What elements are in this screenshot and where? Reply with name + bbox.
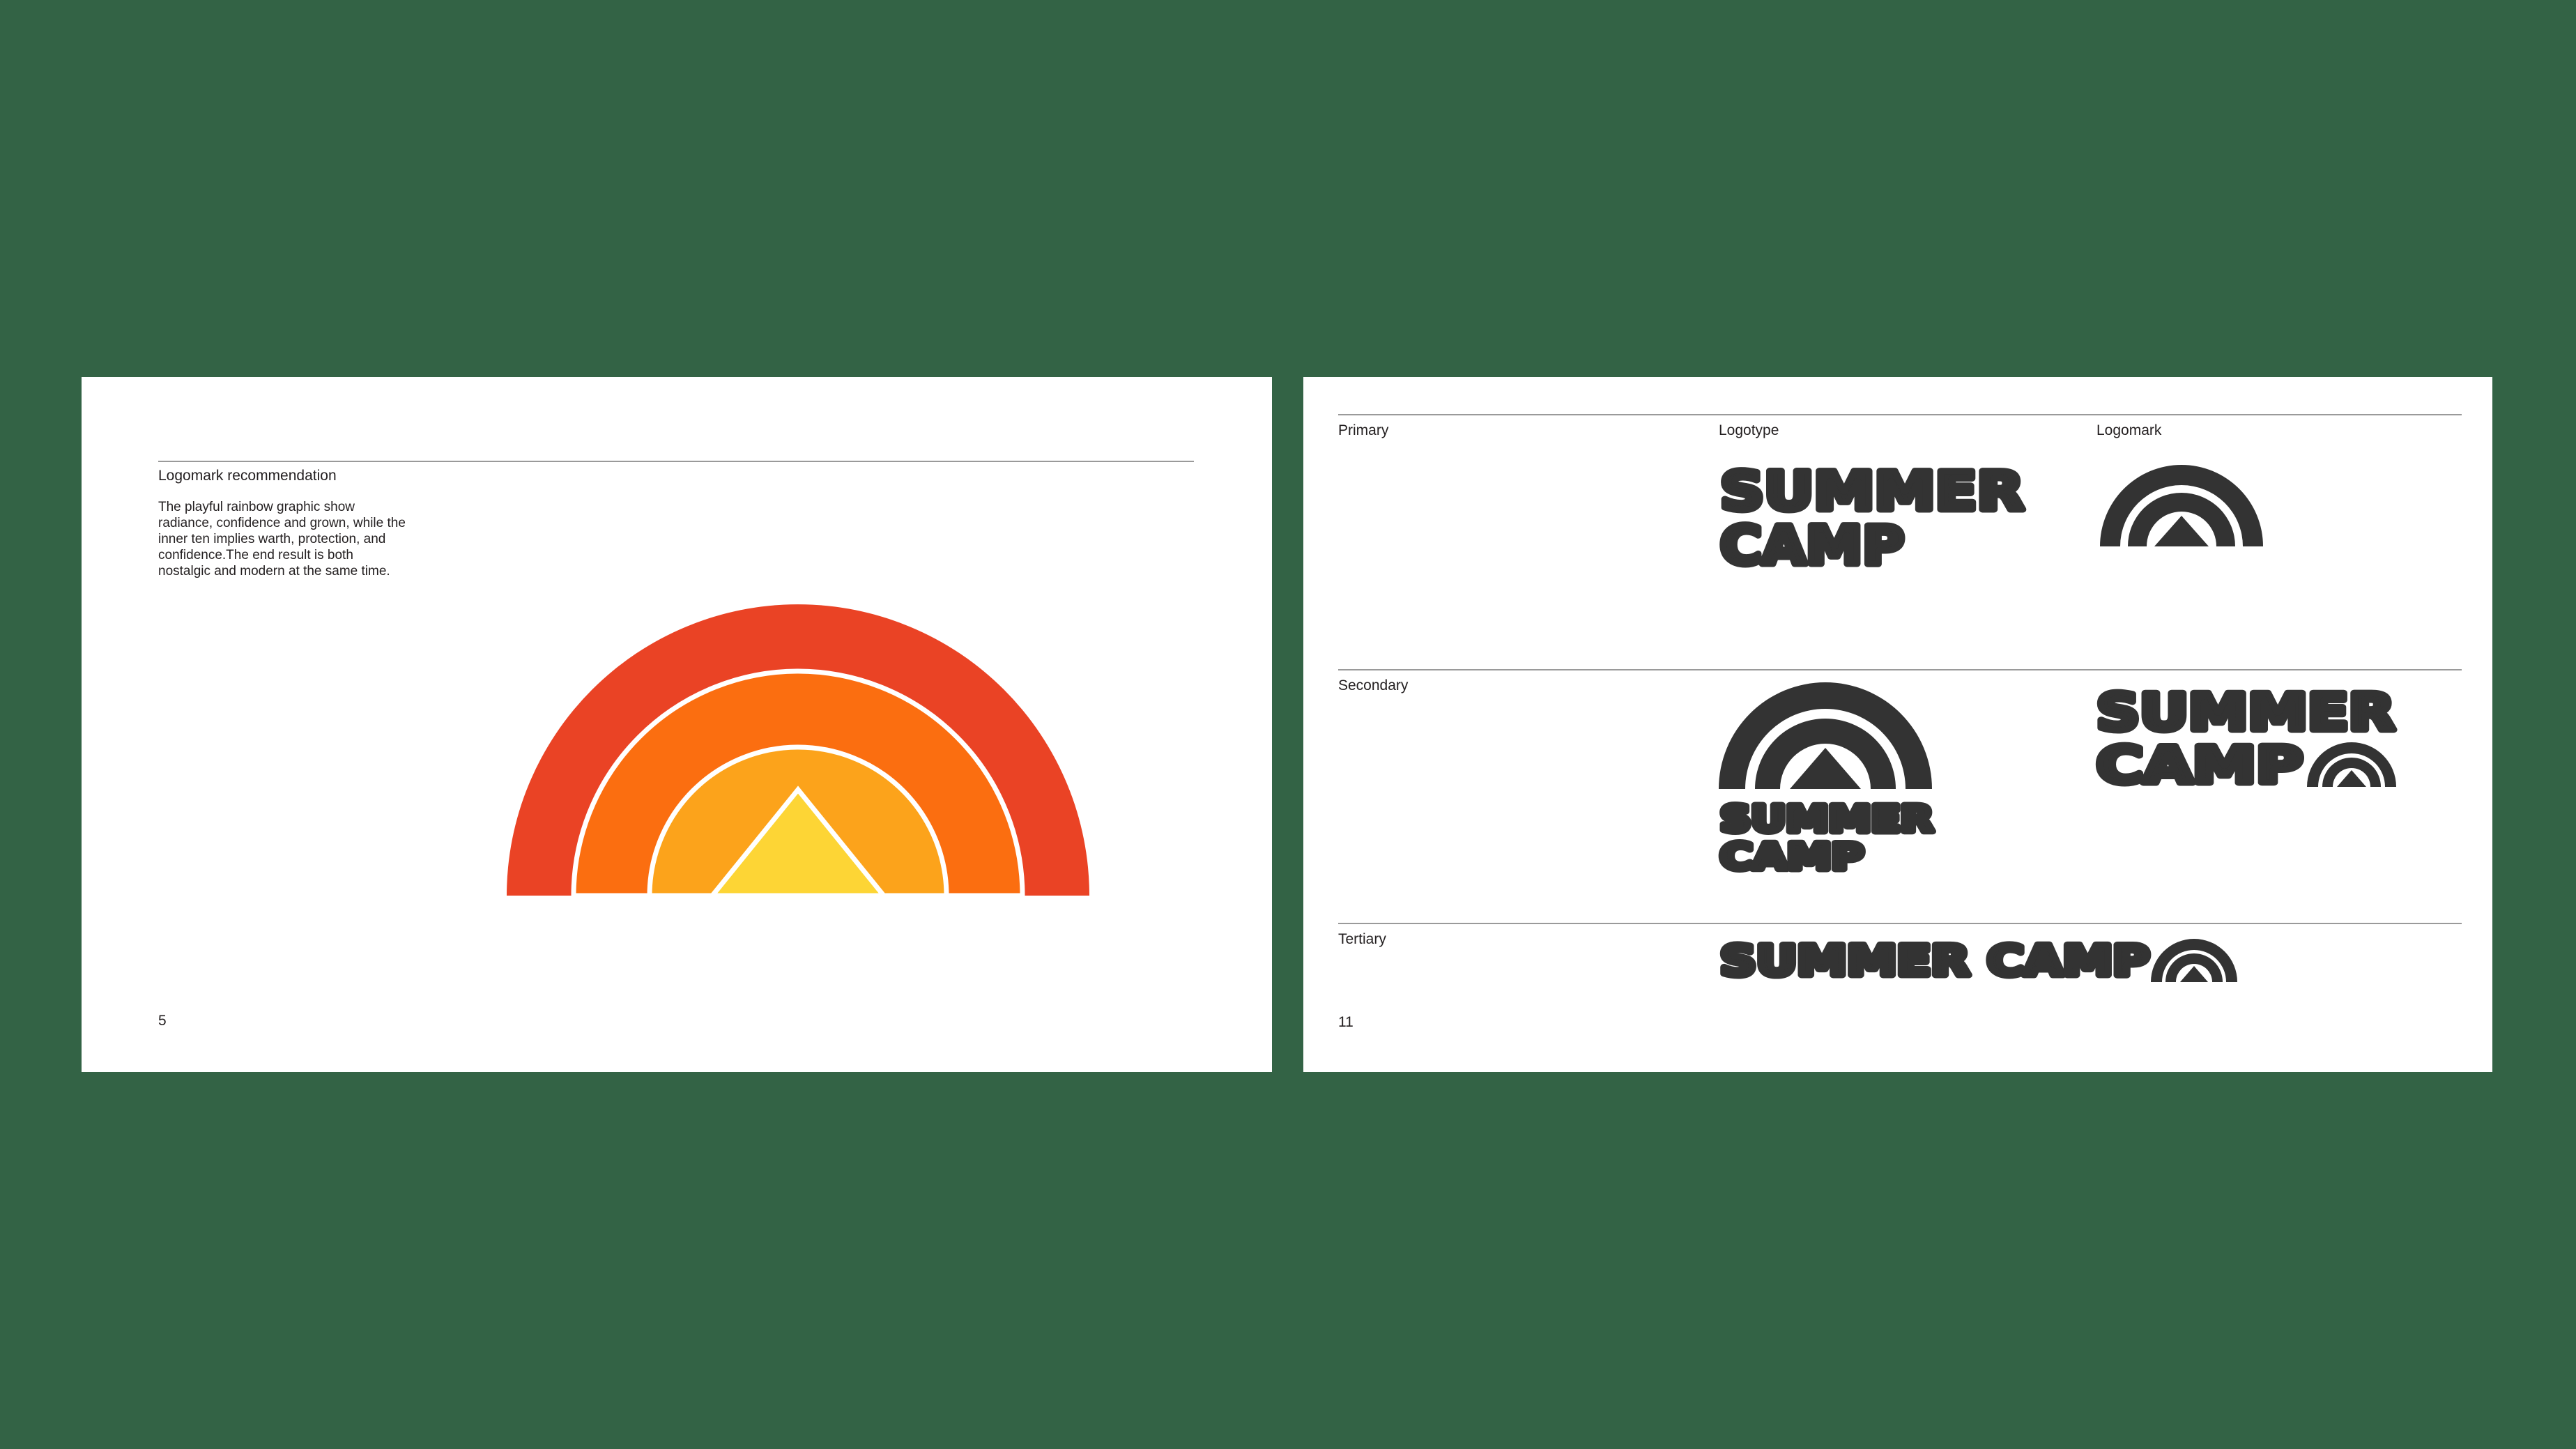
secondary-stacked-wordmark: SUMMER CAMP bbox=[1717, 796, 1937, 882]
wordmark-line-summer: SUMMER bbox=[2096, 683, 2395, 742]
page-number: 5 bbox=[158, 1013, 167, 1029]
page-logo-variations: Primary Logotype Logomark Secondary Tert… bbox=[1303, 377, 2492, 1072]
rainbow-tent-icon bbox=[2100, 465, 2263, 546]
rainbow-tent-icon bbox=[2307, 742, 2396, 787]
primary-logotype: SUMMER CAMP bbox=[1717, 457, 2027, 580]
tertiary-divider bbox=[1338, 923, 2462, 924]
primary-divider bbox=[1338, 414, 2462, 415]
page-logomark-recommendation: Logomark recommendation The playful rain… bbox=[82, 377, 1272, 1072]
tertiary-single-line-lockup: SUMMER CAMP bbox=[1717, 934, 2153, 989]
section-heading: Logomark recommendation bbox=[158, 468, 337, 484]
wordmark-line-summer: SUMMER bbox=[1720, 799, 1933, 841]
row-label-secondary: Secondary bbox=[1338, 677, 1409, 693]
wordmark-line-camp: CAMP bbox=[1720, 836, 1864, 878]
wordmark-single-line: SUMMER CAMP bbox=[1720, 937, 2149, 986]
heading-divider bbox=[158, 461, 1194, 462]
secondary-divider bbox=[1338, 669, 2462, 670]
column-label-logomark: Logomark bbox=[2096, 422, 2162, 438]
rainbow-tent-icon bbox=[1719, 682, 1932, 789]
wordmark-line-summer: SUMMER bbox=[1720, 460, 2024, 522]
row-label-tertiary: Tertiary bbox=[1338, 931, 1386, 947]
wordmark-line-camp: CAMP bbox=[2096, 736, 2303, 795]
wordmark-line-camp: CAMP bbox=[1720, 514, 1904, 576]
secondary-horizontal-lockup: SUMMER CAMP bbox=[2094, 680, 2398, 798]
row-label-primary: Primary bbox=[1338, 422, 1389, 438]
rainbow-tent-icon bbox=[2151, 939, 2237, 982]
rainbow-tent-icon bbox=[507, 604, 1089, 900]
page-number: 11 bbox=[1338, 1014, 1354, 1030]
column-label-logotype: Logotype bbox=[1719, 422, 1779, 438]
description-text: The playful rainbow graphic show radianc… bbox=[158, 500, 406, 578]
